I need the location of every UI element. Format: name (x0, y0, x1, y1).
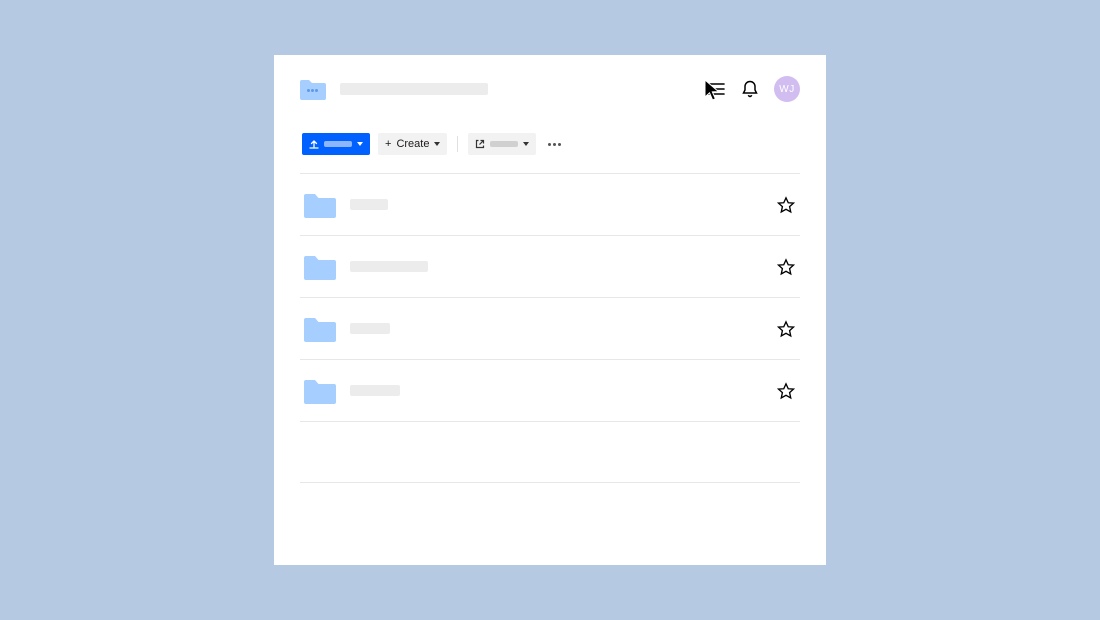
toolbar: + Create (300, 133, 800, 155)
upload-label-placeholder (324, 141, 352, 147)
share-button[interactable] (468, 133, 536, 155)
open-external-icon (475, 139, 485, 149)
chevron-down-icon (357, 142, 363, 146)
breadcrumb (300, 78, 488, 100)
folder-icon (304, 192, 336, 218)
upload-button[interactable] (302, 133, 370, 155)
header: WJ (300, 75, 800, 103)
plus-icon: + (385, 138, 391, 150)
folder-name-placeholder (350, 261, 428, 272)
folder-icon (304, 316, 336, 342)
folder-row[interactable] (300, 359, 800, 421)
folder-name-placeholder (350, 385, 400, 396)
star-button[interactable] (776, 195, 796, 215)
folder-row[interactable] (300, 297, 800, 359)
chevron-down-icon (523, 142, 529, 146)
folder-row[interactable] (300, 173, 800, 235)
chevron-down-icon (434, 142, 440, 146)
star-icon (777, 320, 795, 338)
header-actions: WJ (706, 76, 800, 102)
folder-icon (304, 378, 336, 404)
app-window: WJ + Create (274, 55, 826, 565)
folder-name-placeholder (350, 323, 390, 334)
notifications-icon[interactable] (740, 79, 760, 99)
star-button[interactable] (776, 381, 796, 401)
team-folder-icon (300, 78, 326, 100)
star-button[interactable] (776, 257, 796, 277)
folder-name-placeholder (350, 199, 388, 210)
avatar[interactable]: WJ (774, 76, 800, 102)
folder-row[interactable] (300, 235, 800, 297)
star-button[interactable] (776, 319, 796, 339)
share-label-placeholder (490, 141, 518, 147)
toolbar-separator (457, 136, 458, 152)
folder-icon (304, 254, 336, 280)
create-label: Create (396, 138, 429, 150)
more-options-button[interactable] (544, 143, 565, 146)
file-list (300, 173, 800, 483)
create-button[interactable]: + Create (378, 133, 447, 155)
list-view-icon[interactable] (706, 79, 726, 99)
star-icon (777, 258, 795, 276)
upload-icon (309, 139, 319, 149)
page-title-placeholder (340, 83, 488, 95)
star-icon (777, 382, 795, 400)
empty-row (300, 421, 800, 483)
star-icon (777, 196, 795, 214)
